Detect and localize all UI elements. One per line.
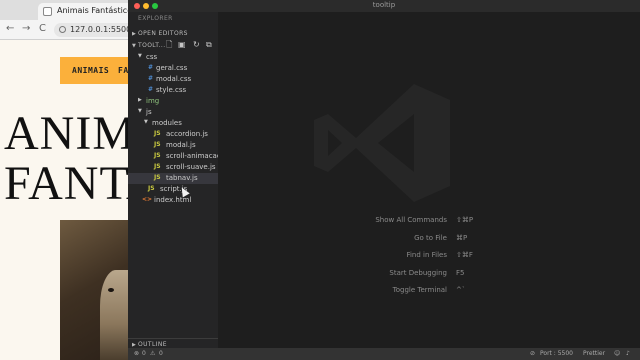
tree-item-modal-css[interactable]: # modal.css [128, 74, 218, 85]
tree-item-tabnav-js[interactable]: JS tabnav.js [128, 173, 218, 184]
css-file-icon: # [148, 64, 154, 71]
screen: Animais Fantásticos ← → C 127.0.0.1:5500… [0, 0, 640, 360]
tree-item-label: modules [152, 119, 182, 127]
notifications-icon[interactable]: ♪ [626, 350, 630, 357]
shortcut-keys: ⌘P [456, 233, 468, 242]
shortcut-label: Go to File [414, 233, 447, 242]
tree-item-geral-css[interactable]: # geral.css [128, 63, 218, 74]
css-file-icon: # [148, 75, 154, 82]
shortcut-keys: ⇧⌘F [456, 251, 473, 259]
js-file-icon: JS [154, 130, 161, 137]
tree-item-label: modal.css [156, 75, 192, 83]
favicon-icon [43, 7, 52, 16]
address-bar-url: 127.0.0.1:5500 [70, 25, 132, 34]
tree-item-style-css[interactable]: # style.css [128, 85, 218, 96]
open-editors-section[interactable]: OPEN EDITORS [138, 30, 188, 37]
tree-item-modules[interactable]: ▼ modules [128, 118, 218, 129]
window-title: tooltip [372, 1, 396, 9]
chevron-right-icon[interactable]: ▶ [138, 97, 142, 103]
browser-tab-bar: Animais Fantásticos [0, 0, 140, 20]
vscode-logo-watermark [314, 84, 450, 202]
tree-item-script-js[interactable]: JS script.js [128, 184, 218, 195]
site-menu-item-animais[interactable]: ANIMAIS [72, 66, 109, 75]
shortcut-keys: ⇧⌘P [456, 216, 474, 224]
back-arrow-icon[interactable]: ← [6, 24, 14, 34]
html-file-icon: <> [142, 196, 153, 203]
editor-area[interactable]: Show All Commands ⇧⌘P Go to File ⌘P Find in … [218, 12, 640, 348]
tree-item-label: modal.js [166, 141, 196, 149]
js-file-icon: JS [154, 152, 161, 159]
tree-item-accordion-js[interactable]: JS accordion.js [128, 129, 218, 140]
tree-item-label: tabnav.js [166, 174, 198, 182]
tree-item-label: js [146, 108, 152, 116]
outline-section[interactable]: ▶ OUTLINE [128, 338, 218, 348]
chevron-down-icon[interactable]: ▼ [138, 108, 142, 114]
outline-label: OUTLINE [138, 341, 167, 348]
folder-section-tooltip[interactable]: TOOLT... [138, 42, 166, 49]
live-server-port[interactable]: Port : 5500 [540, 350, 573, 357]
shortcut-label: Find in Files [406, 251, 447, 259]
browser-window: Animais Fantásticos ← → C 127.0.0.1:5500… [0, 0, 171, 360]
vscode-window: tooltip EXPLORER ▶ OPEN EDITORS ▼ TOOLT.… [128, 0, 640, 360]
animal-eye [108, 288, 114, 292]
tree-item-js[interactable]: ▼ js [128, 107, 218, 118]
chevron-down-icon[interactable]: ▼ [144, 119, 148, 125]
tree-item-img[interactable]: ▶ img [128, 96, 218, 107]
browser-tab-title: Animais Fantásticos [57, 6, 137, 15]
tree-item-label: geral.css [156, 64, 188, 72]
info-icon[interactable] [59, 26, 66, 33]
collapse-all-icon[interactable]: ⧉ [206, 40, 212, 49]
tree-item-modal-js[interactable]: JS modal.js [128, 140, 218, 151]
tree-item-css[interactable]: ▼ css [128, 52, 218, 63]
status-bar: ⊗ 0 ⚠ 0 ⊘ Port : 5500 Prettier ☺ ♪ [128, 348, 640, 360]
css-file-icon: # [148, 86, 154, 93]
new-folder-icon[interactable]: ▣ [178, 40, 186, 49]
tree-item-label: scroll-suave.js [166, 163, 216, 171]
tree-item-scroll-suave-js[interactable]: JS scroll-suave.js [128, 162, 218, 173]
explorer-sidebar: EXPLORER ▶ OPEN EDITORS ▼ TOOLT... 🗋 ▣ ↻… [128, 12, 229, 348]
tree-item-label: css [146, 53, 158, 61]
reload-icon[interactable]: C [39, 24, 46, 34]
warning-icon[interactable]: ⚠ [150, 350, 155, 357]
tree-item-index-html[interactable]: <> index.html [128, 195, 218, 206]
prettier-status[interactable]: Prettier [583, 350, 605, 357]
warning-count[interactable]: 0 [159, 350, 163, 357]
browser-toolbar: ← → C 127.0.0.1:5500 [0, 20, 140, 40]
forward-arrow-icon[interactable]: → [22, 24, 30, 34]
chevron-right-icon[interactable]: ▶ [132, 31, 136, 37]
js-file-icon: JS [154, 141, 161, 148]
js-file-icon: JS [148, 185, 155, 192]
feedback-icon[interactable]: ☺ [614, 350, 620, 357]
js-file-icon: JS [154, 163, 161, 170]
shortcut-label: Toggle Terminal [392, 286, 447, 294]
chevron-down-icon[interactable]: ▼ [138, 53, 142, 59]
tree-item-label: index.html [154, 196, 192, 204]
explorer-heading: EXPLORER [138, 15, 173, 22]
shortcut-keys: ^` [456, 286, 466, 294]
shortcut-keys: F5 [456, 268, 465, 277]
tree-item-label: style.css [156, 86, 187, 94]
tree-item-scroll-animacao-js[interactable]: JS scroll-animacao.js [128, 151, 229, 162]
shortcut-label: Show All Commands [375, 216, 447, 224]
address-bar[interactable]: 127.0.0.1:5500 [54, 23, 138, 37]
js-file-icon: JS [154, 174, 161, 181]
refresh-icon[interactable]: ↻ [193, 40, 200, 49]
error-icon[interactable]: ⊗ [134, 350, 139, 357]
tree-item-label: img [146, 97, 160, 105]
shortcut-label: Start Debugging [389, 268, 447, 277]
new-file-icon[interactable]: 🗋 [166, 40, 172, 49]
chevron-down-icon[interactable]: ▼ [132, 43, 136, 49]
title-bar: tooltip [128, 0, 640, 12]
error-count[interactable]: 0 [142, 350, 146, 357]
broadcast-icon: ⊘ [530, 350, 536, 357]
browser-tab[interactable]: Animais Fantásticos [38, 3, 140, 20]
tree-item-label: accordion.js [166, 130, 208, 138]
